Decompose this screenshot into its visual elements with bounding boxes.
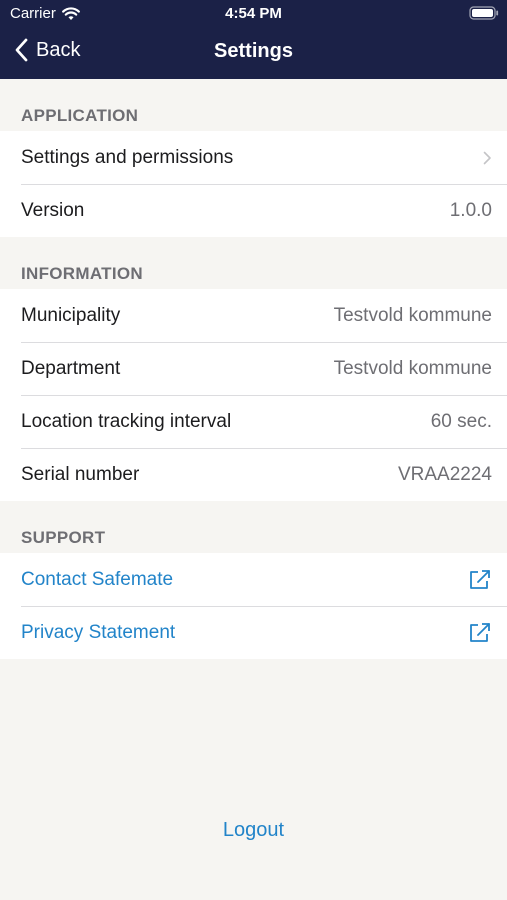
settings-permissions-row[interactable]: Settings and permissions bbox=[0, 131, 507, 184]
tracking-interval-value: 60 sec. bbox=[430, 410, 492, 432]
battery-icon bbox=[469, 6, 499, 20]
clock: 4:54 PM bbox=[225, 5, 282, 22]
section-header-support: SUPPORT bbox=[21, 528, 106, 547]
serial-number-row: Serial number VRAA2224 bbox=[0, 448, 507, 501]
information-group: Municipality Testvold kommune Department… bbox=[0, 289, 507, 501]
nav-bar: Back Settings bbox=[0, 28, 507, 79]
municipality-row: Municipality Testvold kommune bbox=[0, 289, 507, 342]
application-group: Settings and permissions Version 1.0.0 bbox=[0, 131, 507, 237]
tracking-interval-row: Location tracking interval 60 sec. bbox=[0, 395, 507, 448]
external-link-icon bbox=[470, 622, 490, 642]
privacy-statement-row[interactable]: Privacy Statement bbox=[0, 606, 507, 659]
privacy-statement-link: Privacy Statement bbox=[21, 621, 176, 643]
contact-safemate-row[interactable]: Contact Safemate bbox=[0, 553, 507, 606]
section-header-application: APPLICATION bbox=[21, 106, 139, 125]
department-row: Department Testvold kommune bbox=[0, 342, 507, 395]
serial-number-value: VRAA2224 bbox=[397, 463, 492, 485]
page-title: Settings bbox=[214, 40, 293, 62]
chevron-right-icon bbox=[483, 151, 491, 164]
municipality-value: Testvold kommune bbox=[333, 304, 492, 326]
version-label: Version bbox=[21, 199, 85, 221]
navigation-header: Carrier 4:54 PM Back Settings bbox=[0, 0, 507, 79]
serial-number-label: Serial number bbox=[21, 463, 140, 485]
support-group: Contact Safemate Privacy Statement bbox=[0, 553, 507, 659]
department-label: Department bbox=[21, 357, 121, 379]
logout-button[interactable]: Logout bbox=[0, 819, 507, 842]
department-value: Testvold kommune bbox=[333, 357, 492, 379]
tracking-interval-label: Location tracking interval bbox=[21, 410, 232, 432]
external-link-icon bbox=[470, 569, 490, 589]
settings-permissions-label: Settings and permissions bbox=[21, 146, 234, 168]
version-row: Version 1.0.0 bbox=[0, 184, 507, 237]
version-value: 1.0.0 bbox=[449, 199, 492, 221]
status-bar: Carrier 4:54 PM bbox=[0, 0, 507, 28]
contact-safemate-link: Contact Safemate bbox=[21, 568, 174, 590]
municipality-label: Municipality bbox=[21, 304, 121, 326]
section-header-information: INFORMATION bbox=[21, 264, 143, 283]
